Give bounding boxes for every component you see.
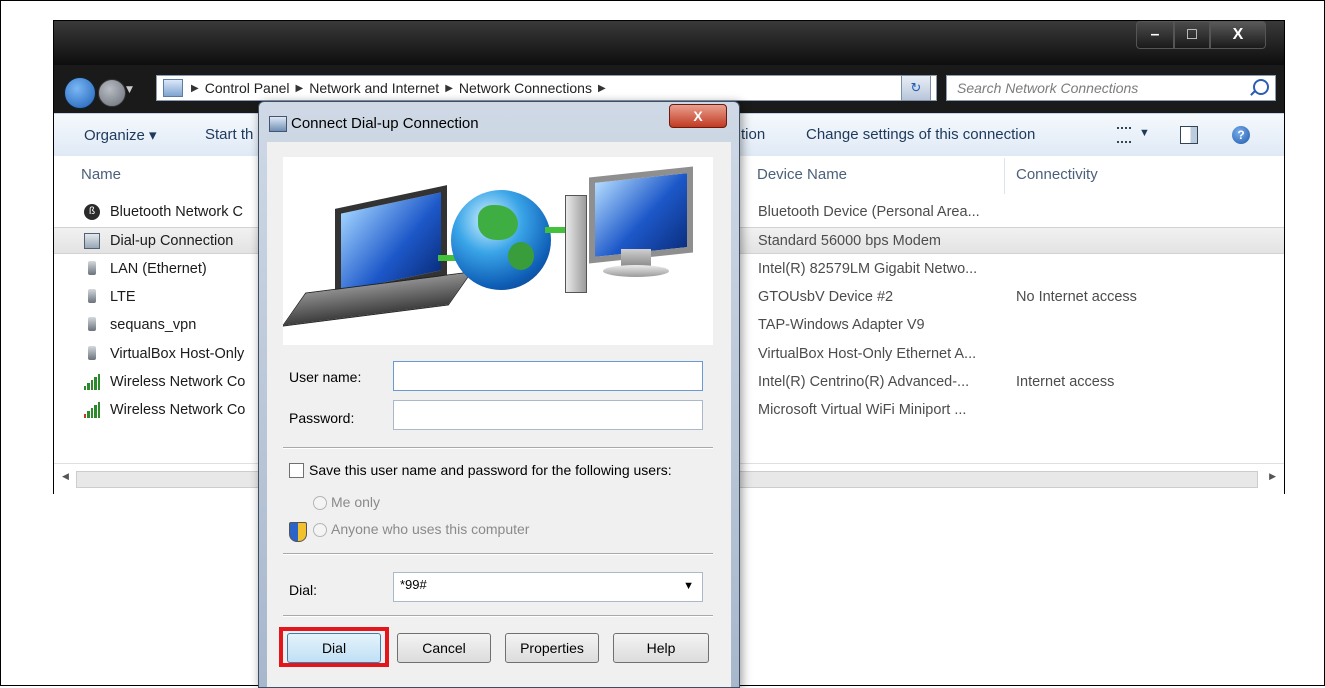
scroll-right-icon[interactable]: ▶ xyxy=(1269,472,1276,482)
me-only-label[interactable]: Me only xyxy=(331,494,380,510)
dialog-title: Connect Dial-up Connection xyxy=(291,115,479,132)
scroll-left-icon[interactable]: ◀ xyxy=(62,472,69,482)
dial-number-select[interactable]: *99# ▼ xyxy=(393,572,703,602)
username-label: User name: xyxy=(289,369,362,385)
chevron-right-icon[interactable]: ▶ xyxy=(443,83,455,94)
modem-icon xyxy=(84,233,100,249)
help-button[interactable]: Help xyxy=(613,633,709,663)
help-icon[interactable]: ? xyxy=(1232,126,1250,144)
dialog-body: User name: Password: Save this user name… xyxy=(267,142,731,687)
refresh-icon[interactable]: ↻ xyxy=(901,75,931,101)
bluetooth-icon: ß xyxy=(84,204,100,220)
breadcrumb-control-panel[interactable]: Control Panel xyxy=(201,80,294,96)
breadcrumb-network-and-internet[interactable]: Network and Internet xyxy=(305,80,443,96)
change-settings-button[interactable]: Change settings of this connection xyxy=(806,126,1035,143)
chevron-right-icon[interactable]: ▶ xyxy=(294,83,306,94)
connection-name: sequans_vpn xyxy=(110,317,197,333)
view-dropdown-icon[interactable]: ▼ xyxy=(1139,127,1150,139)
address-bar[interactable]: ▶ Control Panel ▶ Network and Internet ▶… xyxy=(156,75,937,101)
connection-name: Wireless Network Co xyxy=(110,374,246,390)
device-name: Intel(R) 82579LM Gigabit Netwo... xyxy=(758,261,978,277)
device-name: Microsoft Virtual WiFi Miniport ... xyxy=(758,402,967,418)
save-credentials-label[interactable]: Save this user name and password for the… xyxy=(309,462,672,478)
ethernet-plug-icon xyxy=(88,261,96,275)
dropdown-arrow-icon[interactable]: ▼ xyxy=(683,580,694,592)
forward-arrow-icon[interactable] xyxy=(98,79,126,107)
save-credentials-checkbox[interactable] xyxy=(289,463,304,478)
control-panel-icon xyxy=(163,79,183,97)
dial-label: Dial: xyxy=(289,582,318,598)
ethernet-plug-icon xyxy=(88,289,96,303)
wifi-signal-icon xyxy=(84,374,101,390)
chevron-right-icon[interactable]: ▶ xyxy=(596,83,608,94)
connection-name: Dial-up Connection xyxy=(110,233,234,249)
cancel-button[interactable]: Cancel xyxy=(397,633,491,663)
start-this-connection-button[interactable]: Start th xyxy=(205,126,253,143)
search-icon[interactable] xyxy=(1253,79,1269,95)
back-arrow-icon[interactable] xyxy=(64,77,96,109)
column-divider[interactable] xyxy=(1004,158,1005,194)
device-name: VirtualBox Host-Only Ethernet A... xyxy=(758,346,977,362)
dialog-close-button[interactable]: X xyxy=(669,104,727,128)
anyone-radio[interactable] xyxy=(313,523,327,537)
ethernet-plug-icon xyxy=(88,346,96,360)
column-header-connectivity[interactable]: Connectivity xyxy=(1016,166,1098,183)
breadcrumb-network-connections[interactable]: Network Connections xyxy=(455,80,596,96)
connection-name: Wireless Network Co xyxy=(110,402,246,418)
device-name: Bluetooth Device (Personal Area... xyxy=(758,204,980,220)
connectivity-status: Internet access xyxy=(1016,374,1115,390)
me-only-radio[interactable] xyxy=(313,496,327,510)
computer-tower-icon xyxy=(565,195,587,293)
connection-name: Bluetooth Network C xyxy=(110,204,243,220)
connection-name: VirtualBox Host-Only xyxy=(110,346,245,362)
wifi-disconnected-icon xyxy=(84,402,101,418)
preview-pane-icon[interactable] xyxy=(1180,126,1198,144)
password-label: Password: xyxy=(289,410,355,426)
divider xyxy=(283,553,713,555)
toolbar-partial-item[interactable]: tion xyxy=(741,126,765,143)
close-button[interactable]: X xyxy=(1210,21,1266,49)
connection-name: LTE xyxy=(110,289,136,305)
dial-button-highlight xyxy=(279,627,389,667)
device-name: Standard 56000 bps Modem xyxy=(758,233,941,249)
column-header-name[interactable]: Name xyxy=(81,166,121,183)
device-name: GTOUsbV Device #2 xyxy=(758,289,894,305)
search-placeholder: Search Network Connections xyxy=(957,80,1139,96)
anyone-label[interactable]: Anyone who uses this computer xyxy=(331,521,529,537)
recent-pages-chevron-icon[interactable]: ▼ xyxy=(126,85,133,95)
connect-dialup-dialog: Connect Dial-up Connection X User name: … xyxy=(258,101,740,688)
connectivity-status: No Internet access xyxy=(1016,289,1137,305)
monitor-foot xyxy=(603,265,669,277)
uac-shield-icon xyxy=(289,522,307,542)
organize-menu[interactable]: Organize ▾ xyxy=(84,126,157,144)
search-input[interactable]: Search Network Connections xyxy=(946,75,1276,101)
window-controls: – □ X xyxy=(1136,21,1266,51)
minimize-button[interactable]: – xyxy=(1136,21,1174,49)
device-name: TAP-Windows Adapter V9 xyxy=(758,317,925,333)
ethernet-plug-icon xyxy=(88,317,96,331)
globe-continent xyxy=(478,205,518,240)
column-header-device-name[interactable]: Device Name xyxy=(757,166,847,183)
divider xyxy=(283,615,713,617)
dial-number-value: *99# xyxy=(400,577,427,592)
properties-button[interactable]: Properties xyxy=(505,633,599,663)
view-options-icon[interactable] xyxy=(1117,127,1131,143)
username-input[interactable] xyxy=(393,361,703,391)
globe-continent xyxy=(508,242,534,270)
network-illustration xyxy=(283,157,713,345)
device-name: Intel(R) Centrino(R) Advanced-... xyxy=(758,374,970,390)
connection-name: LAN (Ethernet) xyxy=(110,261,207,277)
window-titlebar: – □ X xyxy=(54,21,1284,65)
dialup-connection-icon xyxy=(269,116,287,132)
chevron-right-icon[interactable]: ▶ xyxy=(189,83,201,94)
divider xyxy=(283,447,713,449)
maximize-button[interactable]: □ xyxy=(1174,21,1210,49)
password-input[interactable] xyxy=(393,400,703,430)
